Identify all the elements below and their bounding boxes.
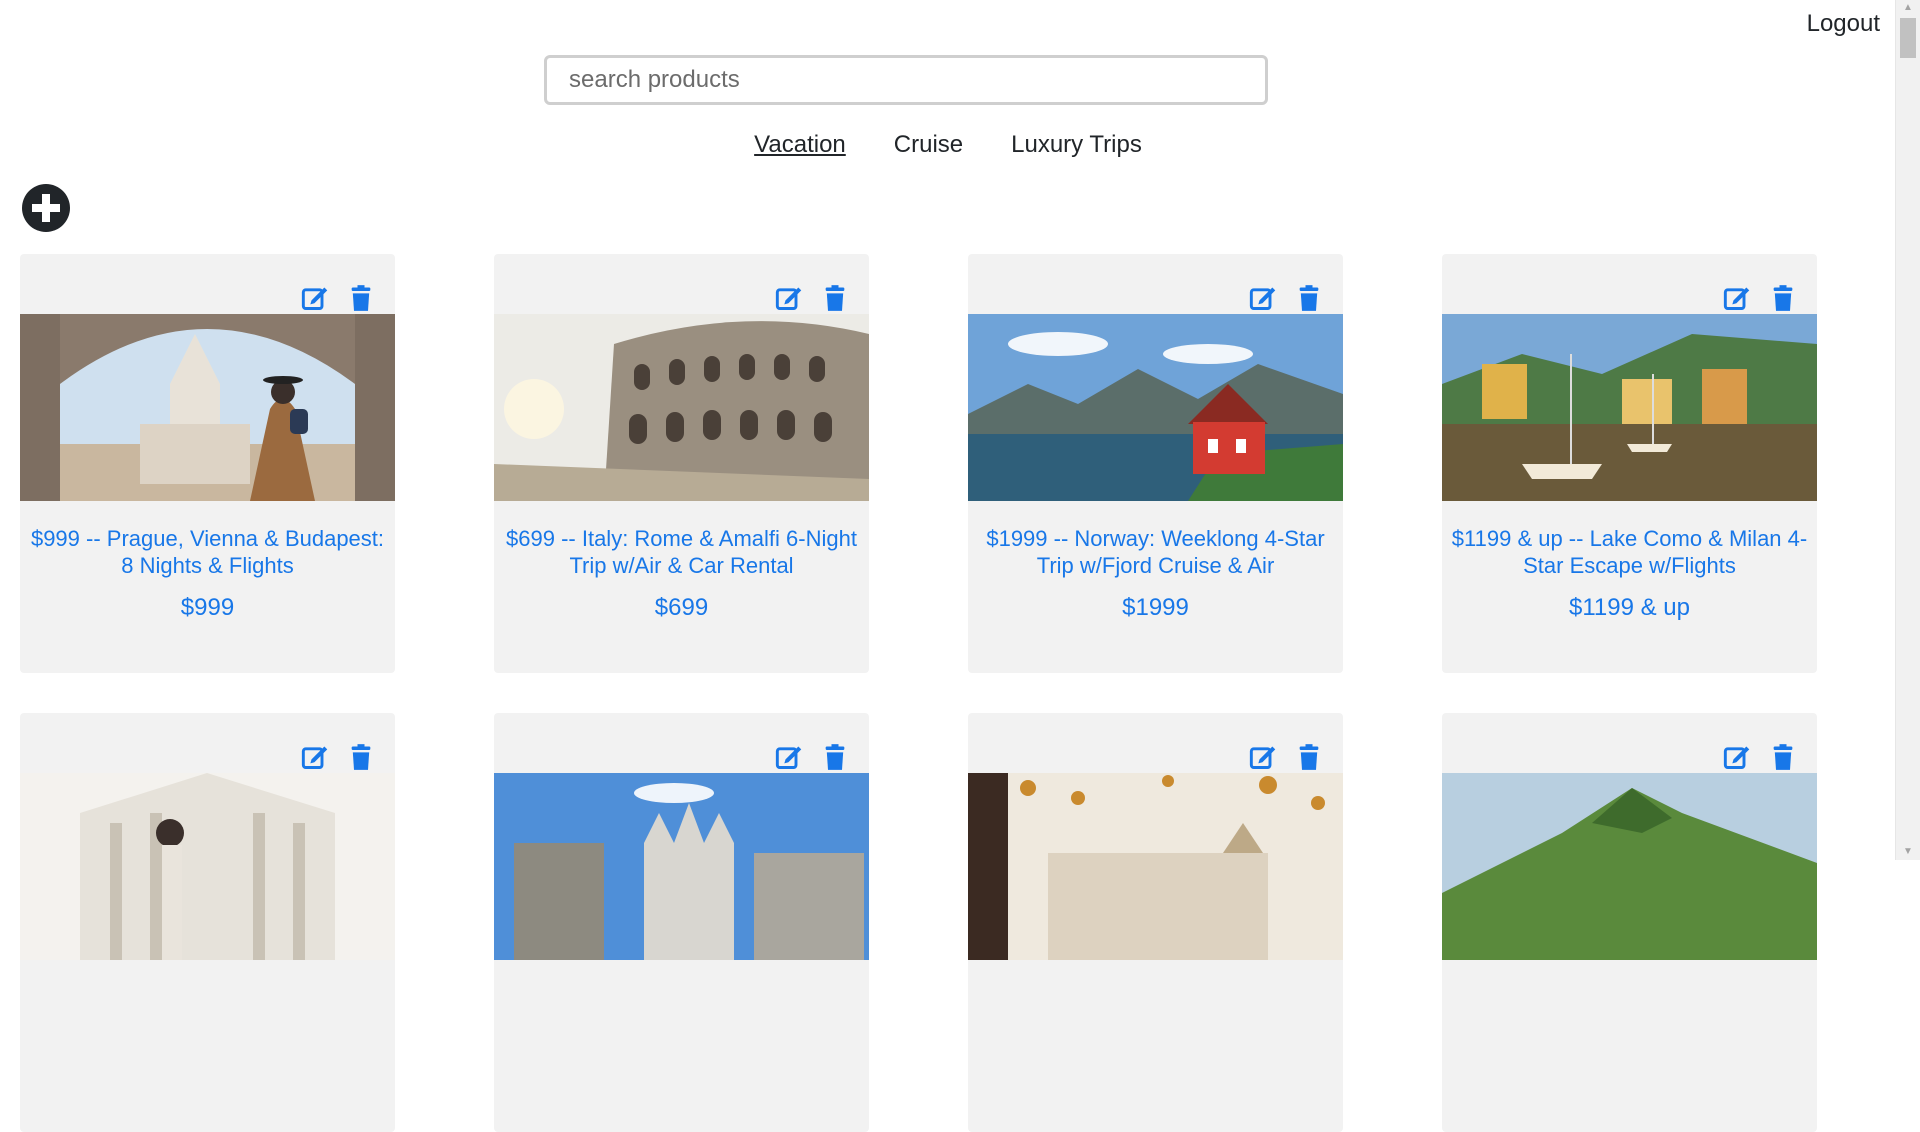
tab-luxury-trips[interactable]: Luxury Trips [1011, 131, 1142, 159]
trash-icon[interactable] [821, 743, 849, 771]
tab-cruise[interactable]: Cruise [894, 131, 963, 159]
trash-icon[interactable] [1295, 743, 1323, 771]
product-price: $1199 & up [1569, 594, 1690, 621]
add-product-button[interactable] [22, 184, 70, 232]
milan-duomo-photo [494, 773, 869, 960]
card-actions [775, 284, 849, 312]
product-card: $1999 -- Norway: Weeklong 4-Star Trip w/… [968, 254, 1343, 673]
trash-icon[interactable] [1769, 284, 1797, 312]
autumn-palace-photo [968, 773, 1343, 960]
product-title[interactable]: $699 -- Italy: Rome & Amalfi 6-Night Tri… [494, 525, 869, 579]
card-actions [1723, 743, 1797, 771]
card-actions [1249, 743, 1323, 771]
product-price: $999 [180, 594, 235, 621]
trash-icon[interactable] [347, 284, 375, 312]
product-card [494, 713, 869, 1132]
card-actions [301, 743, 375, 771]
category-tabs: Vacation Cruise Luxury Trips [0, 131, 1896, 159]
product-card [20, 713, 395, 1132]
colosseum-photo [494, 314, 869, 501]
card-actions [1723, 284, 1797, 312]
trash-icon[interactable] [821, 284, 849, 312]
search-box [544, 55, 1268, 105]
product-card [1442, 713, 1817, 1132]
logout-link[interactable]: Logout [1807, 10, 1880, 38]
card-actions [301, 284, 375, 312]
product-title[interactable]: $999 -- Prague, Vienna & Budapest: 8 Nig… [20, 525, 395, 579]
green-mountain-photo [1442, 773, 1817, 960]
vertical-scrollbar[interactable]: ▲ ▼ [1895, 0, 1920, 860]
edit-icon[interactable] [301, 743, 329, 771]
edit-icon[interactable] [1723, 284, 1751, 312]
scroll-down-arrow-icon[interactable]: ▼ [1896, 844, 1920, 860]
trash-icon[interactable] [1295, 284, 1323, 312]
florence-cathedral-photo [20, 773, 395, 960]
product-price: $699 [654, 594, 709, 621]
product-price: $1999 [1122, 594, 1189, 621]
product-title[interactable]: $1999 -- Norway: Weeklong 4-Star Trip w/… [968, 525, 1343, 579]
trash-icon[interactable] [347, 743, 375, 771]
product-card: $1199 & up -- Lake Como & Milan 4-Star E… [1442, 254, 1817, 673]
product-card [968, 713, 1343, 1132]
edit-icon[interactable] [301, 284, 329, 312]
scrollbar-thumb[interactable] [1900, 18, 1916, 58]
product-card: $999 -- Prague, Vienna & Budapest: 8 Nig… [20, 254, 395, 673]
edit-icon[interactable] [775, 284, 803, 312]
trash-icon[interactable] [1769, 743, 1797, 771]
card-actions [775, 743, 849, 771]
product-title[interactable]: $1199 & up -- Lake Como & Milan 4-Star E… [1442, 525, 1817, 579]
prague-castle-photo [20, 314, 395, 501]
edit-icon[interactable] [775, 743, 803, 771]
edit-icon[interactable] [1249, 284, 1277, 312]
product-card: $699 -- Italy: Rome & Amalfi 6-Night Tri… [494, 254, 869, 673]
tab-vacation[interactable]: Vacation [754, 131, 846, 159]
lake-como-harbor-photo [1442, 314, 1817, 501]
product-grid: $999 -- Prague, Vienna & Budapest: 8 Nig… [20, 254, 1817, 1132]
search-input[interactable] [547, 58, 1265, 102]
scroll-up-arrow-icon[interactable]: ▲ [1896, 0, 1920, 16]
card-actions [1249, 284, 1323, 312]
edit-icon[interactable] [1723, 743, 1751, 771]
edit-icon[interactable] [1249, 743, 1277, 771]
fjord-red-house-photo [968, 314, 1343, 501]
